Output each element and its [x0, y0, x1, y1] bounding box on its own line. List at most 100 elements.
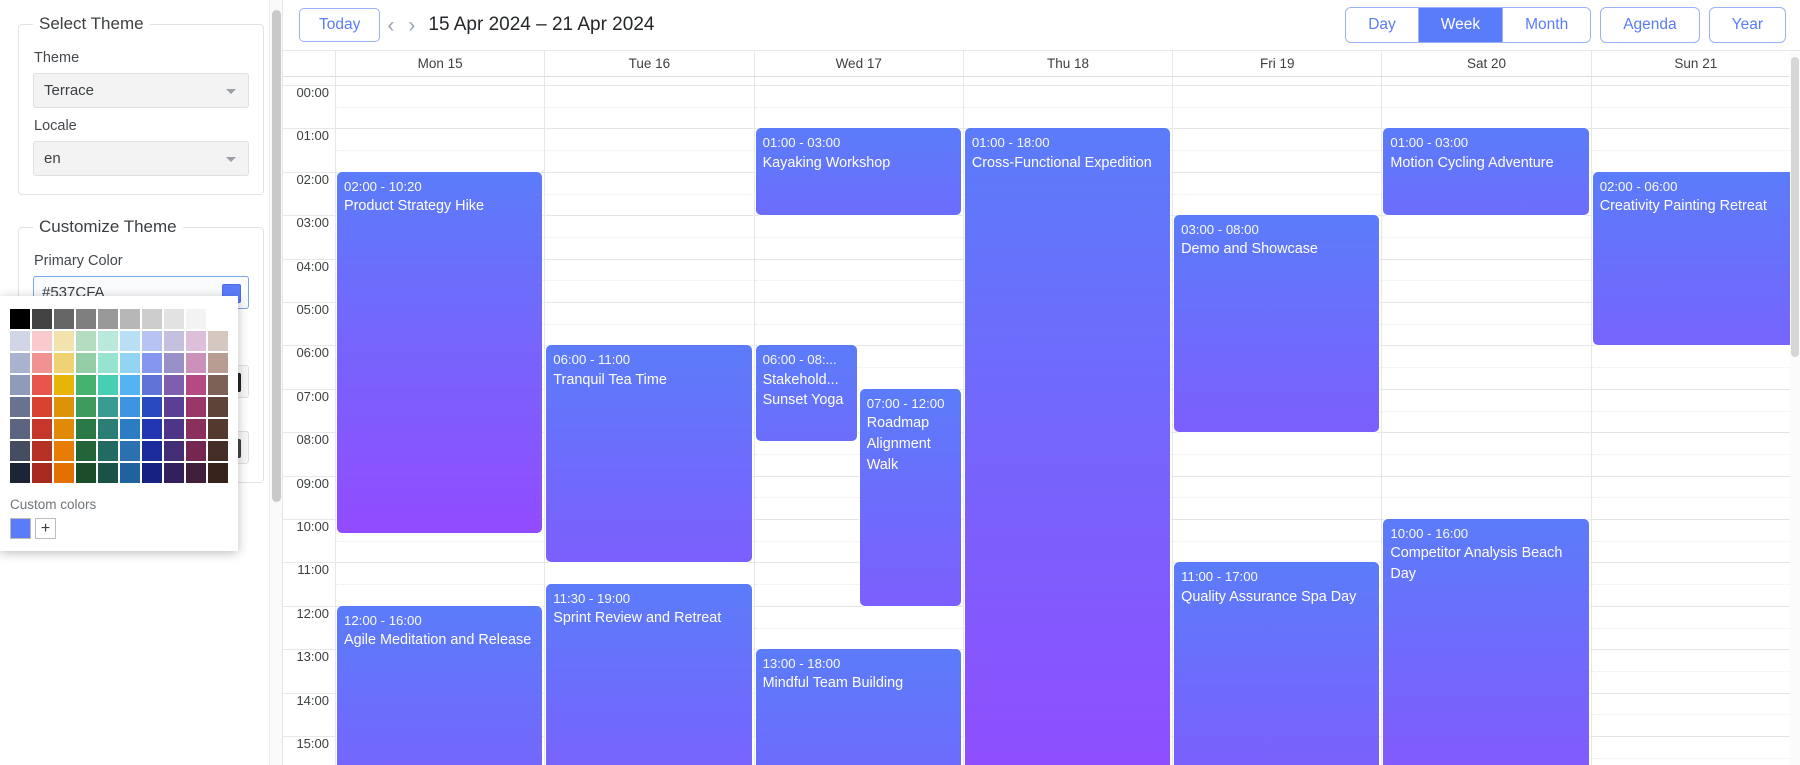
color-swatch[interactable] — [10, 353, 30, 373]
color-swatch[interactable] — [54, 463, 74, 483]
day-column-4[interactable]: 03:00 - 08:00 Demo and Showcase 11:00 - 17… — [1173, 77, 1383, 765]
color-swatch[interactable] — [120, 441, 140, 461]
color-swatch[interactable] — [120, 419, 140, 439]
calendar-scroll-body[interactable]: 00:00 01:00 02:00 03:00 04:00 05:00 06:00 07:00… — [283, 77, 1800, 765]
color-swatch[interactable] — [164, 397, 184, 417]
color-swatch[interactable] — [208, 375, 228, 395]
color-swatch[interactable] — [54, 397, 74, 417]
color-swatch[interactable] — [208, 419, 228, 439]
color-swatch[interactable] — [76, 463, 96, 483]
color-swatch[interactable] — [98, 331, 118, 351]
color-swatch[interactable] — [120, 463, 140, 483]
color-swatch[interactable] — [120, 375, 140, 395]
color-swatch[interactable] — [98, 463, 118, 483]
day-column-3[interactable]: 01:00 - 18:00 Cross-Functional Expedition — [963, 77, 1174, 765]
color-swatch[interactable] — [186, 441, 206, 461]
color-swatch[interactable] — [186, 375, 206, 395]
calendar-event[interactable]: 03:00 - 08:00 Demo and Showcase — [1174, 215, 1380, 433]
color-swatch[interactable] — [208, 331, 228, 351]
color-swatch[interactable] — [186, 331, 206, 351]
color-swatch-grid[interactable] — [0, 304, 238, 483]
color-swatch[interactable] — [76, 353, 96, 373]
color-swatch[interactable] — [32, 419, 52, 439]
color-swatch[interactable] — [208, 463, 228, 483]
color-swatch[interactable] — [142, 397, 162, 417]
color-swatch[interactable] — [98, 309, 118, 329]
day-header-1[interactable]: Tue 16 — [545, 51, 755, 76]
color-swatch[interactable] — [76, 419, 96, 439]
color-swatch[interactable] — [76, 397, 96, 417]
color-swatch[interactable] — [186, 463, 206, 483]
calendar-scrollbar-thumb[interactable] — [1791, 57, 1799, 357]
day-header-2[interactable]: Wed 17 — [755, 51, 964, 76]
color-swatch[interactable] — [10, 441, 30, 461]
color-swatch[interactable] — [10, 375, 30, 395]
color-swatch[interactable] — [98, 419, 118, 439]
color-swatch[interactable] — [142, 419, 162, 439]
color-swatch[interactable] — [142, 375, 162, 395]
calendar-event[interactable]: 01:00 - 03:00 Motion Cycling Adventure — [1383, 128, 1589, 216]
color-swatch[interactable] — [32, 463, 52, 483]
color-swatch[interactable] — [164, 331, 184, 351]
color-swatch[interactable] — [120, 397, 140, 417]
day-column-0[interactable]: 02:00 - 10:20 Product Strategy Hike 12:00 … — [336, 77, 546, 765]
day-header-6[interactable]: Sun 21 — [1592, 51, 1800, 76]
calendar-event[interactable]: 06:00 - 08:... Stakehold... Sunset Yoga — [755, 345, 857, 441]
color-swatch[interactable] — [164, 441, 184, 461]
calendar-event[interactable]: 06:00 - 11:00 Tranquil Tea Time — [546, 345, 752, 563]
view-segmented-control[interactable]: Day Week Month — [1345, 7, 1592, 43]
color-swatch[interactable] — [142, 309, 162, 329]
calendar-event[interactable]: 11:30 - 19:00 Sprint Review and Retreat — [546, 584, 752, 765]
color-swatch[interactable] — [54, 309, 74, 329]
today-button[interactable]: Today — [299, 8, 381, 42]
color-swatch[interactable] — [10, 419, 30, 439]
color-swatch[interactable] — [208, 397, 228, 417]
calendar-event[interactable]: 01:00 - 03:00 Kayaking Workshop — [755, 128, 961, 216]
color-swatch[interactable] — [164, 375, 184, 395]
color-swatch[interactable] — [32, 353, 52, 373]
day-column-1[interactable]: 06:00 - 11:00 Tranquil Tea Time 11:30 - 19… — [545, 77, 755, 765]
color-swatch[interactable] — [32, 331, 52, 351]
calendar-event[interactable]: 02:00 - 06:00 Creativity Painting Retreat — [1592, 171, 1798, 346]
color-swatch[interactable] — [98, 397, 118, 417]
color-swatch[interactable] — [98, 441, 118, 461]
day-header-0[interactable]: Mon 15 — [336, 51, 546, 76]
day-column-2[interactable]: 01:00 - 03:00 Kayaking Workshop 06:00 - 08… — [754, 77, 964, 765]
color-swatch[interactable] — [142, 441, 162, 461]
theme-select[interactable]: Terrace — [33, 73, 249, 108]
color-swatch[interactable] — [142, 353, 162, 373]
color-swatch[interactable] — [76, 309, 96, 329]
agenda-view-button[interactable]: Agenda — [1600, 7, 1700, 43]
color-swatch[interactable] — [186, 419, 206, 439]
sidebar-scrollbar[interactable] — [269, 0, 282, 765]
color-swatch[interactable] — [186, 397, 206, 417]
calendar-event[interactable]: 07:00 - 12:00 Roadmap Alignment Walk — [859, 388, 961, 606]
color-swatch[interactable] — [120, 309, 140, 329]
color-swatch[interactable] — [76, 375, 96, 395]
color-swatch[interactable] — [54, 441, 74, 461]
color-swatch[interactable] — [32, 375, 52, 395]
color-swatch[interactable] — [10, 331, 30, 351]
color-swatch[interactable] — [98, 353, 118, 373]
color-swatch[interactable] — [164, 353, 184, 373]
day-header-4[interactable]: Fri 19 — [1173, 51, 1383, 76]
color-swatch[interactable] — [76, 331, 96, 351]
color-swatch[interactable] — [186, 353, 206, 373]
color-swatch[interactable] — [32, 397, 52, 417]
calendar-event[interactable]: 02:00 - 10:20 Product Strategy Hike — [337, 171, 543, 534]
color-swatch[interactable] — [208, 441, 228, 461]
year-view-button[interactable]: Year — [1708, 7, 1786, 43]
day-column-5[interactable]: 01:00 - 03:00 Motion Cycling Adventure 10:… — [1382, 77, 1592, 765]
calendar-event[interactable]: 13:00 - 18:00 Mindful Team Building — [755, 649, 961, 765]
color-swatch[interactable] — [120, 331, 140, 351]
view-button-month[interactable]: Month — [1503, 8, 1591, 42]
color-picker-popup[interactable]: Custom colors + — [0, 296, 238, 551]
day-header-5[interactable]: Sat 20 — [1382, 51, 1592, 76]
chevron-right-icon[interactable]: › — [401, 15, 422, 36]
color-swatch[interactable] — [54, 353, 74, 373]
day-column-6[interactable]: 02:00 - 06:00 Creativity Painting Retreat — [1591, 77, 1800, 765]
calendar-event[interactable]: 12:00 - 16:00 Agile Meditation and Releas… — [337, 605, 543, 765]
view-button-week[interactable]: Week — [1418, 8, 1504, 42]
color-swatch[interactable] — [120, 353, 140, 373]
color-swatch[interactable] — [10, 397, 30, 417]
